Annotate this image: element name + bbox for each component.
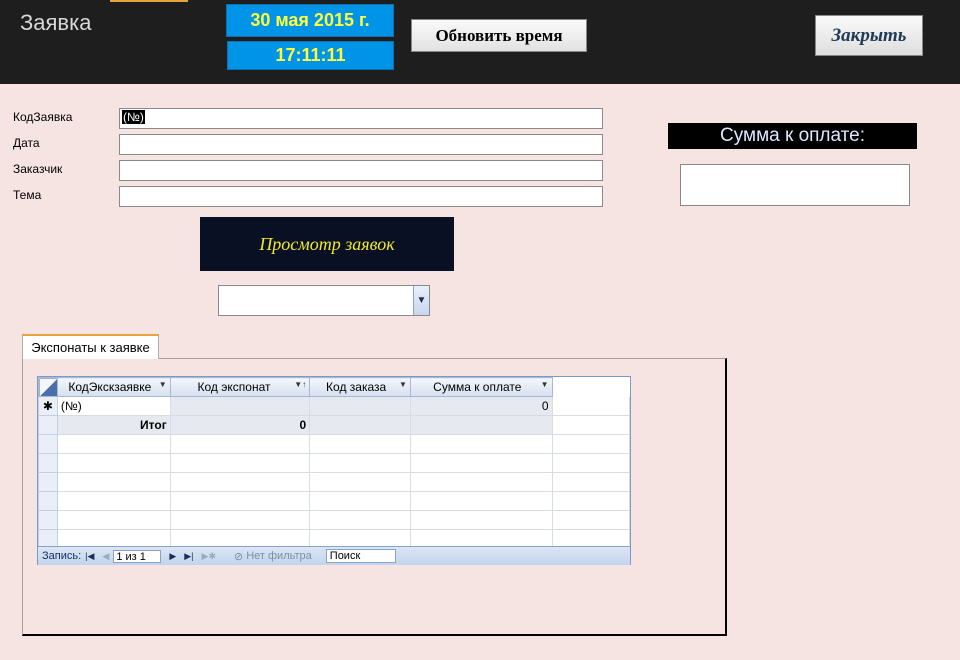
column-header[interactable]: КодЭкскзаявке ▼ [56,377,171,397]
table-cell [551,415,630,435]
column-header-label: Сумма к оплате [433,380,522,394]
request-id-field[interactable]: (№) [119,108,603,129]
no-filter-button[interactable]: Нет фильтра [246,550,312,562]
date-field[interactable] [119,134,603,155]
date-display: 30 мая 2015 г. [226,4,394,37]
search-input[interactable]: Поиск [325,549,396,563]
label-date: Дата [13,136,40,150]
exhibits-datasheet: КодЭкскзаявке ▼ Код экспонат ▼↑ Код заказа… [37,376,631,565]
table-cell[interactable] [169,396,311,416]
empty-row [38,434,630,454]
column-header[interactable]: Сумма к оплате ▼ [409,377,553,397]
empty-row [38,491,630,511]
header-bar: Заявка 30 мая 2015 г. 17:11:11 Обновить … [0,0,960,84]
dropdown-icon[interactable]: ▼ [159,380,167,389]
select-all-corner[interactable] [38,377,58,397]
table-cell [551,396,630,416]
table-cell[interactable]: (№) [56,396,171,416]
sum-field[interactable] [680,164,910,206]
empty-row [38,510,630,530]
sort-icon[interactable]: ▼↑ [294,380,306,389]
dropdown-icon[interactable]: ▼ [399,380,407,389]
label-request-id: КодЗаявка [13,110,73,124]
label-topic: Тема [13,188,42,202]
column-header-label: Код экспонат [197,380,271,394]
header-accent [110,0,188,2]
customer-field[interactable] [119,160,603,181]
empty-row [38,453,630,473]
row-selector [38,491,58,511]
new-record-row[interactable]: ✱ (№) 0 [38,396,630,416]
table-cell[interactable] [309,396,411,416]
dropdown-icon[interactable]: ▼ [541,380,549,389]
label-customer: Заказчик [13,162,63,176]
next-record-icon[interactable]: ▶ [169,551,176,562]
record-label: Запись: [42,550,82,562]
empty-row [38,472,630,492]
new-record-icon[interactable]: ✱ [38,396,58,416]
header-row: КодЭкскзаявке ▼ Код экспонат ▼↑ Код заказа… [38,377,630,397]
column-header[interactable]: Код заказа ▼ [309,377,411,397]
first-record-icon[interactable]: |◀ [85,551,94,562]
filter-icon[interactable]: ⊘ [234,550,243,563]
column-header[interactable]: Код экспонат ▼↑ [169,377,311,397]
record-position-input[interactable]: 1 из 1 [113,549,162,563]
header-filler [551,377,630,397]
sum-label: Сумма к оплате: [668,123,917,149]
request-combo[interactable]: ▼ [218,285,430,316]
row-selector[interactable] [38,415,58,435]
total-label: Итог [56,415,171,435]
total-value: 0 [169,415,311,435]
refresh-time-button[interactable]: Обновить время [411,19,587,52]
tab-exhibits[interactable]: Экспонаты к заявке [22,334,159,359]
request-id-value: (№) [122,110,145,124]
table-cell[interactable]: 0 [409,396,553,416]
form-title: Заявка [20,10,92,35]
new-record-nav-icon[interactable]: ▶✱ [202,551,216,562]
column-header-label: КодЭкскзаявке [68,380,152,394]
chevron-down-icon[interactable]: ▼ [413,286,429,315]
table-cell [309,415,411,435]
row-selector [38,453,58,473]
row-selector [38,434,58,454]
column-header-label: Код заказа [326,380,387,394]
last-record-icon[interactable]: ▶| [184,551,193,562]
time-display: 17:11:11 [227,41,394,70]
row-selector [38,472,58,492]
table-cell [409,415,553,435]
prev-record-icon[interactable]: ◀ [102,551,109,562]
topic-field[interactable] [119,186,603,207]
row-selector [38,510,58,530]
close-button[interactable]: Закрыть [815,15,923,56]
record-navigation: Запись: |◀ ◀ 1 из 1 ▶ ▶| ▶✱ ⊘ Нет фильтр… [38,546,630,565]
total-row: Итог 0 [38,415,630,435]
view-requests-button[interactable]: Просмотр заявок [200,217,454,271]
